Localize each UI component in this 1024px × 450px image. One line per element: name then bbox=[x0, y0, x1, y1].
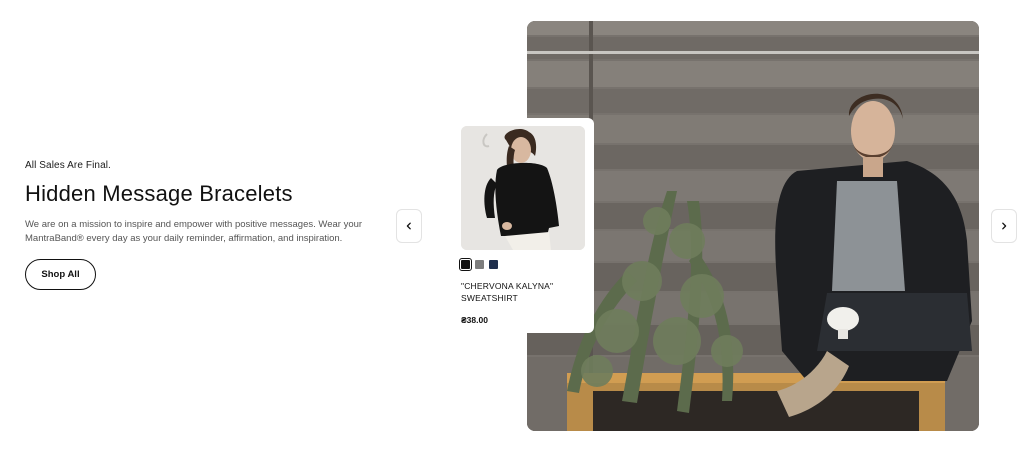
chevron-right-icon bbox=[1002, 222, 1007, 230]
swatch-navy[interactable] bbox=[489, 260, 498, 269]
product-price: ₴38.00 bbox=[461, 315, 488, 325]
product-card[interactable]: "CHERVONA KALYNA" SWEATSHIRT ₴38.00 bbox=[455, 118, 594, 333]
color-swatches bbox=[459, 258, 586, 271]
swatch-gray[interactable] bbox=[475, 260, 484, 269]
chevron-left-icon bbox=[406, 222, 411, 230]
hero-eyebrow: All Sales Are Final. bbox=[25, 160, 111, 171]
product-image[interactable] bbox=[461, 126, 585, 250]
hero-text-block: All Sales Are Final. Hidden Message Brac… bbox=[25, 160, 375, 291]
product-name[interactable]: "CHERVONA KALYNA" SWEATSHIRT bbox=[461, 280, 586, 304]
hero-description: We are on a mission to inspire and empow… bbox=[25, 219, 363, 245]
carousel-next-button[interactable] bbox=[991, 209, 1017, 243]
hero-title: Hidden Message Bracelets bbox=[25, 181, 293, 206]
carousel-prev-button[interactable] bbox=[396, 209, 422, 243]
hero-photo bbox=[527, 21, 979, 431]
swatch-black[interactable] bbox=[459, 258, 472, 271]
shop-all-button[interactable]: Shop All bbox=[25, 259, 96, 291]
